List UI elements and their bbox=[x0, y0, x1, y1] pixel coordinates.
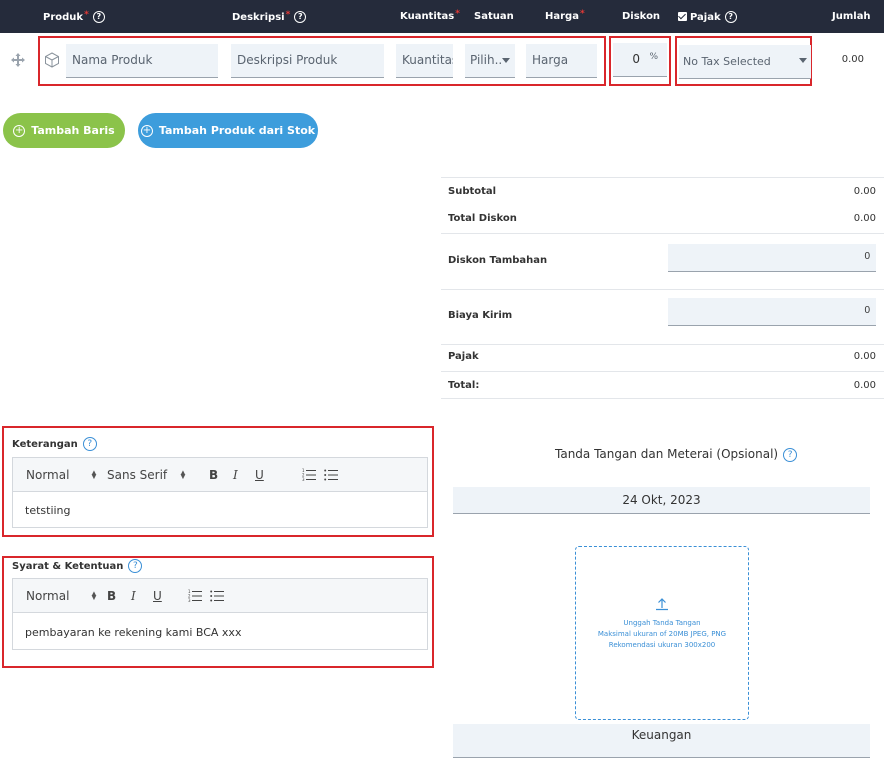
header-jumlah: Jumlah bbox=[832, 11, 871, 22]
tax-select-value: No Tax Selected bbox=[683, 55, 771, 68]
add-from-stock-label: Tambah Produk dari Stok bbox=[158, 124, 316, 137]
discount-input[interactable]: 0 % bbox=[613, 43, 667, 77]
format-select[interactable]: Normal bbox=[26, 589, 69, 603]
italic-button[interactable]: I bbox=[131, 589, 136, 603]
help-icon[interactable]: ? bbox=[92, 11, 105, 23]
add-from-stock-button[interactable]: + Tambah Produk dari Stok bbox=[138, 113, 318, 148]
row-amount: 0.00 bbox=[841, 54, 864, 65]
totals-divider bbox=[441, 371, 884, 372]
total-discount-label: Total Diskon bbox=[448, 213, 517, 224]
totals-divider bbox=[441, 233, 884, 234]
bold-button[interactable]: B bbox=[209, 468, 218, 482]
plus-circle-icon: + bbox=[140, 124, 153, 137]
extra-discount-label: Diskon Tambahan bbox=[448, 255, 548, 266]
help-icon[interactable]: ? bbox=[128, 559, 143, 573]
drag-handle-icon[interactable] bbox=[11, 53, 25, 67]
unit-select-value: Pilih.. bbox=[470, 53, 503, 67]
total-label: Total: bbox=[448, 380, 480, 391]
percent-sign: % bbox=[649, 52, 658, 62]
signature-upload-area[interactable]: Unggah Tanda Tangan Maksimal ukuran of 2… bbox=[575, 546, 749, 720]
notes-toolbar: Normal ▲ ▼ Sans Serif ▲ ▼ B I U 123 bbox=[13, 458, 427, 492]
tax-value: 0.00 bbox=[853, 351, 876, 362]
help-icon[interactable]: ? bbox=[724, 11, 737, 23]
svg-text:3: 3 bbox=[188, 598, 191, 602]
header-harga: Harga* bbox=[545, 9, 585, 22]
italic-button[interactable]: I bbox=[233, 468, 238, 482]
terms-toolbar: Normal ▲ ▼ B I U 123 bbox=[13, 579, 427, 613]
totals-divider bbox=[441, 398, 884, 399]
updown-icon: ▲ ▼ bbox=[179, 468, 187, 481]
chevron-down-icon bbox=[502, 58, 510, 63]
updown-icon: ▲ ▼ bbox=[90, 468, 98, 481]
header-satuan: Satuan bbox=[474, 11, 514, 22]
terms-editor: Normal ▲ ▼ B I U 123 pembayaran ke rekeni… bbox=[12, 578, 428, 650]
help-icon[interactable]: ? bbox=[82, 437, 97, 451]
product-cube-icon bbox=[44, 52, 60, 68]
subtotal-value: 0.00 bbox=[853, 186, 876, 197]
notes-label: Keterangan? bbox=[12, 437, 97, 451]
total-value: 0.00 bbox=[853, 380, 876, 391]
table-header: Produk*? Deskripsi*? Kuantitas* Satuan H… bbox=[0, 0, 884, 33]
header-produk: Produk*? bbox=[43, 10, 105, 23]
add-row-button[interactable]: + Tambah Baris bbox=[3, 113, 125, 148]
product-name-input[interactable]: Nama Produk bbox=[66, 44, 218, 78]
discount-value: 0 bbox=[632, 52, 640, 66]
ordered-list-icon[interactable]: 123 bbox=[188, 589, 202, 607]
ordered-list-icon[interactable]: 123 bbox=[302, 468, 316, 486]
price-input[interactable]: Harga bbox=[526, 44, 597, 78]
upload-title: Unggah Tanda Tangan bbox=[623, 619, 701, 627]
extra-discount-input[interactable]: 0 bbox=[668, 244, 876, 272]
signature-role-input[interactable]: Keuangan bbox=[453, 724, 870, 758]
upload-size-hint: Maksimal ukuran of 20MB JPEG, PNG bbox=[597, 630, 727, 638]
upload-icon bbox=[576, 596, 748, 616]
total-discount-value: 0.00 bbox=[853, 213, 876, 224]
totals-divider bbox=[441, 289, 884, 290]
header-deskripsi: Deskripsi*? bbox=[232, 10, 307, 23]
header-diskon: Diskon bbox=[622, 11, 661, 22]
terms-label: Syarat & Ketentuan? bbox=[12, 559, 143, 573]
updown-icon: ▲ ▼ bbox=[90, 589, 98, 602]
bullet-list-icon[interactable] bbox=[324, 468, 338, 486]
underline-button[interactable]: U bbox=[153, 589, 162, 603]
shipping-input[interactable]: 0 bbox=[668, 298, 876, 326]
header-pajak: Pajak? bbox=[678, 11, 737, 23]
totals-divider bbox=[441, 177, 884, 178]
add-row-label: Tambah Baris bbox=[31, 124, 115, 137]
quantity-input[interactable]: Kuantitas bbox=[396, 44, 453, 78]
bold-button[interactable]: B bbox=[107, 589, 116, 603]
help-icon[interactable]: ? bbox=[294, 11, 307, 23]
shipping-label: Biaya Kirim bbox=[448, 310, 513, 321]
notes-editor: Normal ▲ ▼ Sans Serif ▲ ▼ B I U 123 tetsti… bbox=[12, 457, 428, 528]
plus-circle-icon: + bbox=[13, 124, 26, 137]
totals-divider bbox=[441, 344, 884, 345]
underline-button[interactable]: U bbox=[255, 468, 264, 482]
font-select[interactable]: Sans Serif bbox=[107, 468, 167, 482]
format-select[interactable]: Normal bbox=[26, 468, 69, 482]
help-icon[interactable]: ? bbox=[783, 447, 798, 462]
upload-dimension-hint: Rekomendasi ukuran 300x200 bbox=[608, 641, 716, 649]
checkbox-icon[interactable] bbox=[678, 12, 687, 21]
svg-text:3: 3 bbox=[302, 477, 305, 481]
subtotal-label: Subtotal bbox=[448, 186, 497, 197]
signature-title: Tanda Tangan dan Meterai (Opsional)? bbox=[555, 447, 798, 462]
tax-select[interactable]: No Tax Selected bbox=[679, 45, 811, 79]
header-kuantitas: Kuantitas* bbox=[400, 9, 460, 22]
bullet-list-icon[interactable] bbox=[210, 589, 224, 607]
chevron-down-icon bbox=[799, 58, 807, 63]
signature-date-input[interactable]: 24 Okt, 2023 bbox=[453, 487, 870, 514]
tax-label: Pajak bbox=[448, 351, 479, 362]
terms-content[interactable]: pembayaran ke rekening kami BCA xxx bbox=[25, 626, 241, 639]
product-description-input[interactable]: Deskripsi Produk bbox=[231, 44, 384, 78]
notes-content[interactable]: tetstiing bbox=[25, 504, 71, 517]
